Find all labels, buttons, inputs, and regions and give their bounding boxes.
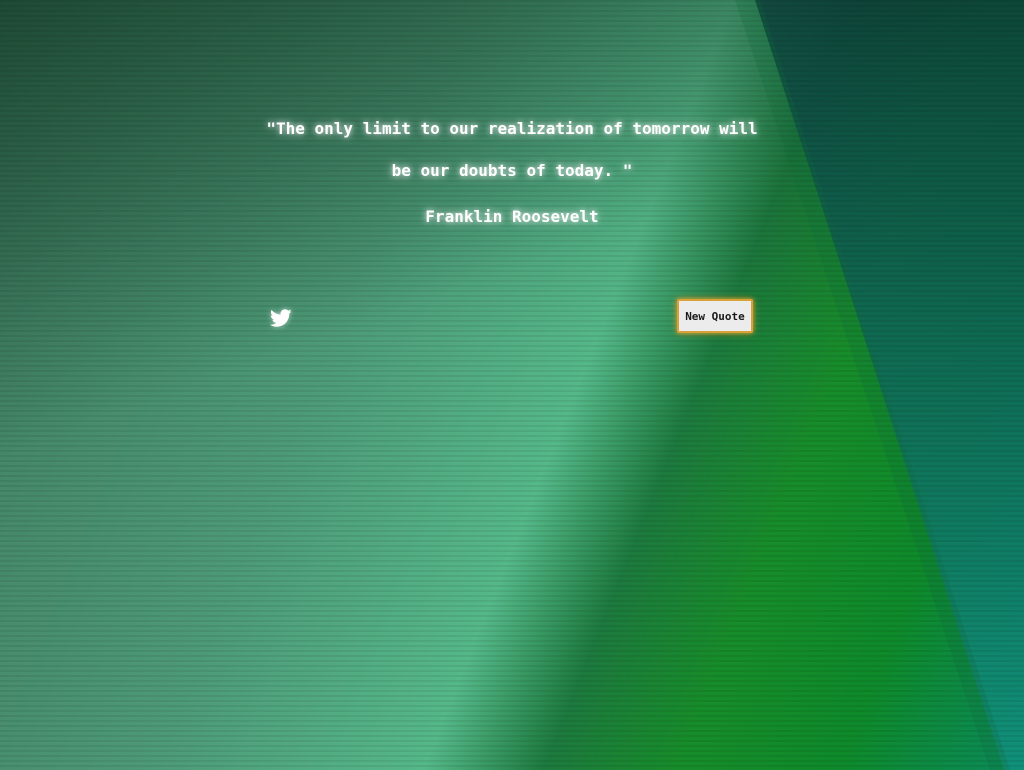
quote-box: "The only limit to our realization of to… — [262, 100, 762, 350]
tweet-quote-link[interactable] — [270, 307, 292, 329]
new-quote-button[interactable]: New Quote — [677, 299, 753, 333]
quote-author: Franklin Roosevelt — [425, 207, 599, 226]
twitter-icon — [270, 309, 292, 327]
quote-text: "The only limit to our realization of to… — [266, 119, 758, 180]
